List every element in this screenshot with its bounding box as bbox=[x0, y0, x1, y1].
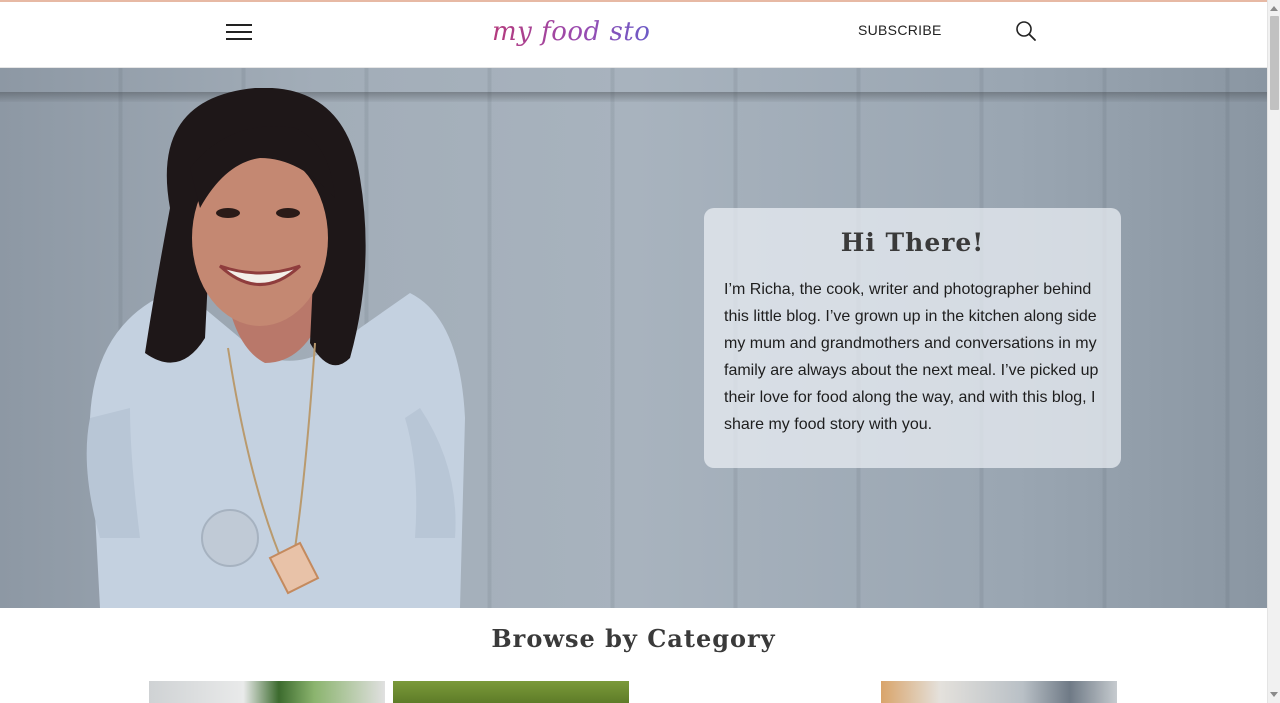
scroll-up-arrow-icon[interactable] bbox=[1270, 6, 1278, 11]
intro-card: Hi There! I’m Richa, the cook, writer an… bbox=[704, 208, 1121, 468]
scroll-down-arrow-icon[interactable] bbox=[1270, 692, 1278, 697]
page-scrollbar[interactable] bbox=[1267, 0, 1280, 703]
hero-section: Hi There! I’m Richa, the cook, writer an… bbox=[0, 68, 1267, 608]
scrollbar-thumb[interactable] bbox=[1270, 16, 1279, 110]
search-icon[interactable] bbox=[1014, 19, 1038, 43]
intro-card-title: Hi There! bbox=[840, 228, 985, 257]
category-thumbnail[interactable] bbox=[393, 681, 629, 703]
site-logo[interactable]: my food story bbox=[492, 10, 678, 54]
subscribe-link[interactable]: SUBSCRIBE bbox=[858, 22, 942, 38]
site-header: my food story SUBSCRIBE bbox=[0, 2, 1267, 68]
browse-by-category-heading: Browse by Category bbox=[491, 624, 776, 653]
hamburger-menu-icon[interactable] bbox=[226, 22, 252, 42]
portrait-photo bbox=[86, 88, 465, 608]
category-thumbnail[interactable] bbox=[149, 681, 385, 703]
intro-card-text: I’m Richa, the cook, writer and photogra… bbox=[724, 281, 1099, 433]
category-thumbnail[interactable] bbox=[881, 681, 1117, 703]
